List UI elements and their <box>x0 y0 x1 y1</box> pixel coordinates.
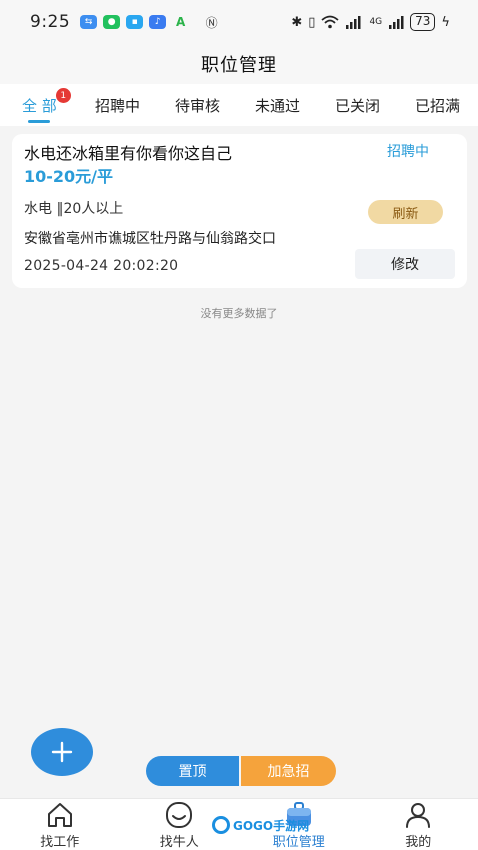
battery-level: 73 <box>410 13 436 31</box>
person-icon <box>406 803 431 828</box>
page-header: 职位管理 <box>0 44 478 84</box>
wechat-icon: ● <box>103 15 121 29</box>
smile-face-icon <box>166 802 193 828</box>
tab-closed-label: 已关闭 <box>335 96 381 115</box>
tab-filled-label: 已招满 <box>415 96 461 115</box>
list-end-text: 没有更多数据了 <box>200 307 278 320</box>
tab-rejected[interactable]: 未通过 <box>255 84 300 126</box>
nav-mine-label: 我的 <box>405 835 432 850</box>
add-job-button[interactable] <box>31 728 93 776</box>
pin-top-button[interactable]: 置顶 <box>146 756 239 786</box>
urgent-hire-button[interactable]: 加急招 <box>241 756 336 786</box>
job-card[interactable]: 水电还冰箱里有你看你这自己 招聘中 10-20元/平 水电 ‖20人以上 刷新 … <box>12 134 467 288</box>
status-app-icons: ⇆ ● ▪ ♪ A Ⓝ <box>80 15 220 30</box>
status-right: ✱ ▯ 4G 73 ϟ <box>291 13 450 31</box>
nav-find-job-label: 找工作 <box>40 835 80 850</box>
tab-rejected-label: 未通过 <box>255 96 301 115</box>
message-icon: ▪ <box>126 15 144 29</box>
job-meta: 水电 ‖20人以上 <box>24 201 124 217</box>
nav-mine[interactable]: 我的 <box>359 799 478 850</box>
tab-recruiting-label: 招聘中 <box>95 96 141 115</box>
network-type: 4G <box>369 17 383 27</box>
tab-filled[interactable]: 已招满 <box>415 84 460 126</box>
charging-icon: ϟ <box>441 14 450 30</box>
watermark-text: GOGO手游网 <box>233 818 310 833</box>
tab-all-label: 全 部 <box>22 96 57 115</box>
job-time: 2025-04-24 20:02:20 <box>24 258 179 274</box>
vibrate-icon: ▯ <box>308 14 316 30</box>
wifi-icon <box>321 15 340 29</box>
signal-icon <box>346 16 361 29</box>
job-title: 水电还冰箱里有你看你这自己 <box>24 144 233 163</box>
bluetooth-icon: ✱ <box>291 14 303 30</box>
watermark-logo-icon <box>212 816 230 834</box>
app-a-icon: A <box>176 15 186 29</box>
watermark: GOGO手游网 <box>212 816 309 834</box>
plus-icon <box>51 741 73 763</box>
action-buttons: 置顶 加急招 <box>146 756 336 786</box>
nav-find-talent-label: 找牛人 <box>159 835 199 850</box>
tab-recruiting[interactable]: 招聘中 <box>95 84 140 126</box>
house-icon <box>47 803 72 827</box>
audio-icon: ♪ <box>149 15 167 29</box>
edit-button[interactable]: 修改 <box>355 249 455 279</box>
tab-pending[interactable]: 待审核 <box>175 84 220 126</box>
nav-find-job[interactable]: 找工作 <box>0 799 120 850</box>
refresh-button[interactable]: 刷新 <box>368 200 443 224</box>
usb-icon: ⇆ <box>80 15 98 29</box>
status-bar: 9:25 ⇆ ● ▪ ♪ A Ⓝ ✱ ▯ 4G 73 ϟ <box>0 0 478 44</box>
status-time: 9:25 <box>30 12 71 32</box>
nfc-icon: Ⓝ <box>205 15 218 30</box>
page-title: 职位管理 <box>201 55 277 76</box>
tab-closed[interactable]: 已关闭 <box>335 84 380 126</box>
tab-all[interactable]: 全 部 1 <box>22 84 71 126</box>
job-salary: 10-20元/平 <box>24 167 114 186</box>
signal-icon-2 <box>389 16 404 29</box>
status-tabs: 全 部 1 招聘中 待审核 未通过 已关闭 已招满 <box>0 84 478 126</box>
tab-pending-label: 待审核 <box>175 96 221 115</box>
job-address: 安徽省亳州市谯城区牡丹路与仙翁路交口 <box>24 231 276 247</box>
tab-all-badge: 1 <box>55 88 71 103</box>
job-status: 招聘中 <box>387 144 429 160</box>
